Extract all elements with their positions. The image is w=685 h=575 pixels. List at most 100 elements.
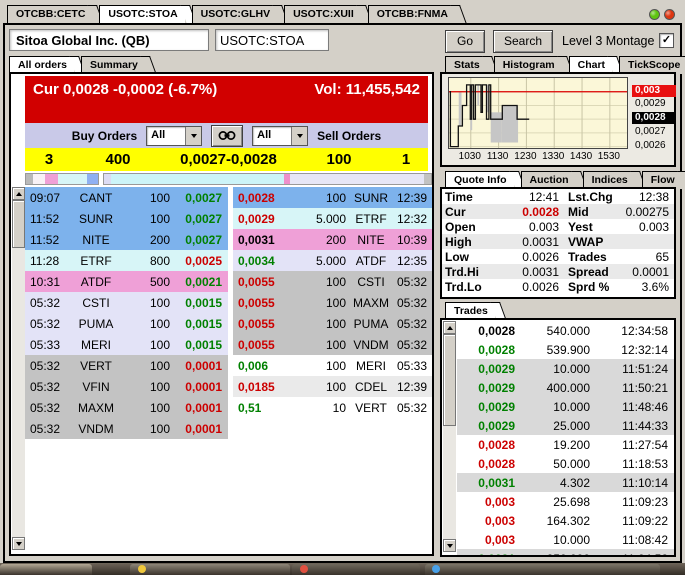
sell-order-row[interactable]: 0,0031 200 NITE 10:39 [233,229,432,250]
buy-order-row[interactable]: 10:31 ATDF 500 0,0021 [25,271,228,292]
ask-price: 0,0055 [238,295,275,310]
chevron-down-icon[interactable] [291,126,308,145]
green-status-dot [649,9,660,20]
tab-label: Auction [529,174,569,186]
trade-row[interactable]: 0,0028 539.900 12:32:14 [457,340,674,359]
buy-order-row[interactable]: 05:32 VERT 100 0,0001 [25,355,228,376]
go-button[interactable]: Go [445,30,485,53]
scrollbar-thumb[interactable] [443,334,456,426]
ask-price: 0,0031 [238,232,275,247]
buy-order-row[interactable]: 11:52 SUNR 100 0,0027 [25,208,228,229]
buy-order-row[interactable]: 09:07 CANT 100 0,0027 [25,187,228,208]
current-price-banner: Cur 0,0028 -0,0002 (-6.7%) Vol: 11,455,5… [25,76,428,123]
buy-filter-select[interactable]: All [146,125,203,146]
window-tab-usotc-glhv[interactable]: USOTC:GLHV [191,5,278,23]
order-size: 500 [149,274,170,289]
bid-size: 400 [105,151,131,168]
bid-price: 0,0025 [185,253,222,268]
chevron-down-icon[interactable] [185,126,202,145]
trade-price: 0,003 [484,513,515,528]
market-maker-id: MAXM [353,295,389,310]
sell-order-row[interactable]: 0,0029 5.000 ETRF 12:32 [233,208,432,229]
symbol-input[interactable] [215,29,329,51]
tab-label: TickScope [628,59,681,71]
trade-row[interactable]: 0,0031250.00011:04:52 [457,549,674,556]
sell-order-row[interactable]: 0,0034 5.000 ATDF 12:35 [233,250,432,271]
sell-order-row[interactable]: 0,0055 100 CSTI 05:32 [233,271,432,292]
trades-list: 0,0028 540.000 12:34:58 0,0028 539.900 12:32:… [457,321,674,556]
search-button[interactable]: Search [493,30,553,53]
market-maker-id: MERI [81,337,111,352]
buy-order-row[interactable]: 11:52 NITE 200 0,0027 [25,229,228,250]
link-buy-sell-button[interactable] [211,124,244,147]
scroll-down-button[interactable] [443,539,456,552]
depth-segment [33,174,45,184]
trade-row[interactable]: 0,003 10.000 11:08:42 [457,530,674,549]
market-maker-id: MERI [356,358,386,373]
trades-scrollbar[interactable] [443,321,456,552]
taskbar-button[interactable] [0,564,92,575]
sell-order-row[interactable]: 0,0185 100 CDEL 12:39 [233,376,432,397]
taskbar-button[interactable] [292,564,420,575]
scroll-up-button[interactable] [12,187,25,200]
trade-row[interactable]: 0,0028 19.200 11:27:54 [457,435,674,454]
trade-row[interactable]: 0,003 25.698 11:09:23 [457,492,674,511]
taskbar-button[interactable] [130,564,290,575]
montage-panel: Cur 0,0028 -0,0002 (-6.7%) Vol: 11,455,5… [9,72,434,556]
ask-price: 0,0055 [238,337,275,352]
bid-ask-quote: 0,0027-0,0028 [180,151,277,168]
scroll-up-button[interactable] [443,321,456,334]
trade-size: 540.000 [546,323,590,338]
buy-order-row[interactable]: 05:32 MAXM 100 0,0001 [25,397,228,418]
ask-size: 100 [326,151,352,168]
os-taskbar[interactable] [0,563,685,575]
quote-value: 0.00275 [625,204,669,219]
sell-order-row[interactable]: 0,0055 100 MAXM 05:32 [233,292,432,313]
scroll-down-button[interactable] [12,537,25,550]
window-tab-otcbb-cetc[interactable]: OTCBB:CETC [7,5,93,23]
trade-row[interactable]: 0,0028 540.000 12:34:58 [457,321,674,340]
buy-order-row[interactable]: 05:33 MERI 100 0,0015 [25,334,228,355]
window-tab-otcbb-fnma[interactable]: OTCBB:FNMA [367,5,455,23]
sell-order-row[interactable]: 0,0028 100 SUNR 12:39 [233,187,432,208]
window-tab-usotc-xuii[interactable]: USOTC:XUII [284,5,361,23]
buy-order-row[interactable]: 05:32 VNDM 100 0,0001 [25,418,228,439]
trade-time: 11:27:54 [622,437,668,452]
order-size: 100 [325,190,346,205]
quote-label: High [445,234,472,249]
depth-segment [26,174,34,184]
ask-price: 0,0055 [238,274,275,289]
trade-row[interactable]: 0,0029 400.000 11:50:21 [457,378,674,397]
buy-order-row[interactable]: 11:28 ETRF 800 0,0025 [25,250,228,271]
trade-price: 0,0031 [457,552,515,556]
order-size: 100 [325,358,346,373]
chart-x-tick: 1230 [514,151,537,162]
level3-montage-checkbox[interactable]: ✓ [659,33,674,48]
sell-filter-select[interactable]: All [252,125,309,146]
sell-order-row[interactable]: 0,006 100 MERI 05:33 [233,355,432,376]
order-time: 05:32 [396,337,427,352]
trade-row[interactable]: 0,0029 10.000 11:51:24 [457,359,674,378]
trade-row[interactable]: 0,003 164.302 11:09:22 [457,511,674,530]
buy-order-row[interactable]: 05:32 VFIN 100 0,0001 [25,376,228,397]
order-time: 11:52 [30,211,60,226]
trade-row[interactable]: 0,0028 50.000 11:18:53 [457,454,674,473]
buy-order-row[interactable]: 05:32 PUMA 100 0,0015 [25,313,228,334]
taskbar-icon [138,565,146,573]
sell-order-row[interactable]: 0,0055 100 VNDM 05:32 [233,334,432,355]
trade-row[interactable]: 0,0031 4.302 11:10:14 [457,473,674,492]
orderbook-scrollbar[interactable] [12,187,25,550]
trade-size: 250.000 [515,552,590,556]
sell-order-row[interactable]: 0,0055 100 PUMA 05:32 [233,313,432,334]
sell-order-row[interactable]: 0,51 10 VERT 05:32 [233,397,432,418]
quote-value: 0.0031 [522,264,559,279]
buy-order-row[interactable]: 05:32 CSTI 100 0,0015 [25,292,228,313]
trade-row[interactable]: 0,0029 10.000 11:48:46 [457,397,674,416]
taskbar-button[interactable] [425,564,660,575]
scrollbar-thumb[interactable] [12,200,25,248]
trade-row[interactable]: 0,0029 25.000 11:44:33 [457,416,674,435]
order-time: 11:28 [30,253,60,268]
order-size: 100 [149,400,170,415]
market-maker-id: ATDF [80,274,112,289]
window-tab-usotc-stoa[interactable]: USOTC:STOA [99,5,185,23]
